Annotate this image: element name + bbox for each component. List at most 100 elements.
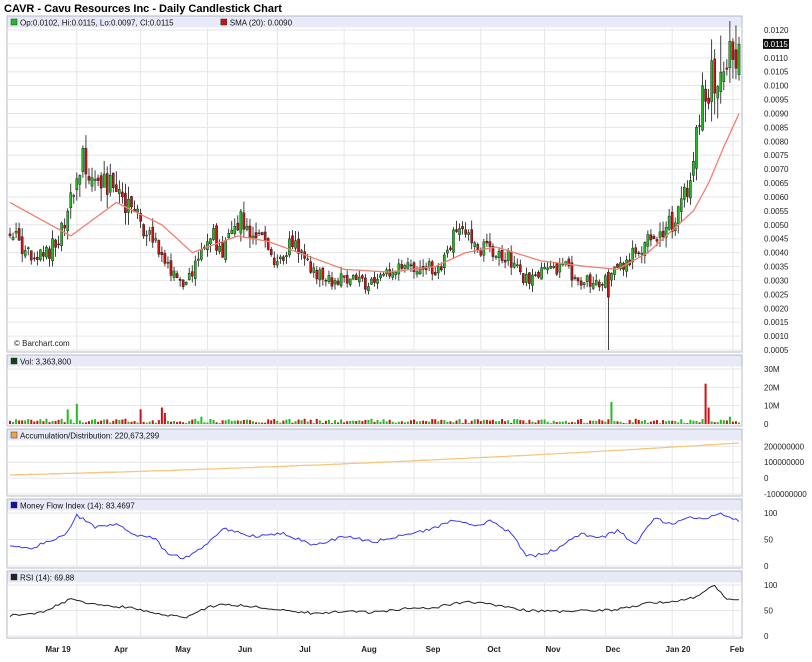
candle-body (266, 238, 270, 250)
candle-body (452, 229, 455, 253)
volume-bar (127, 421, 130, 424)
volume-bar (528, 419, 531, 424)
candle-body (358, 276, 361, 283)
candle-body (233, 226, 237, 234)
candle-body (467, 232, 470, 235)
volume-bar (570, 421, 573, 424)
volume-bar (315, 418, 318, 424)
volume-bar (173, 420, 176, 424)
candle-body (464, 229, 467, 235)
volume-bar (121, 419, 124, 424)
candle-body (391, 272, 395, 278)
y-tick-label-volume: 10M (764, 402, 780, 411)
candle-body (108, 174, 112, 193)
candle-body (582, 282, 586, 285)
volume-bar (443, 420, 446, 424)
volume-bar (69, 419, 72, 424)
candle-body (695, 127, 698, 169)
volume-bar (221, 420, 224, 424)
candle-body (506, 250, 510, 261)
volume-bar (87, 421, 90, 424)
volume-bar (258, 422, 261, 424)
volume-bar (695, 421, 698, 424)
volume-bar (209, 418, 212, 424)
candle-body (433, 271, 437, 276)
panel-header-volume (7, 355, 742, 367)
volume-bar (716, 422, 719, 424)
volume-bar (51, 420, 54, 424)
volume-bar (36, 420, 39, 424)
volume-bar (60, 418, 63, 424)
volume-bar (738, 422, 740, 424)
volume-bar (403, 422, 406, 424)
candle-body (485, 240, 489, 244)
x-tick-label: Oct (487, 645, 501, 654)
panel-frame-price (6, 15, 743, 353)
volume-bar (446, 422, 449, 424)
volume-bar (388, 419, 391, 424)
volume-bar (558, 421, 561, 424)
candle-body (230, 229, 234, 234)
volume-bar (297, 419, 300, 424)
volume-bar (498, 421, 501, 424)
candle-body (187, 273, 191, 280)
candle-body (300, 250, 303, 253)
volume-bar (625, 423, 628, 424)
volume-bar (452, 422, 455, 424)
candle-body (251, 235, 255, 239)
candle-body (397, 263, 401, 275)
volume-bar (163, 413, 166, 424)
candle-body (121, 191, 124, 198)
candle-body (461, 226, 464, 230)
volume-bar (473, 419, 476, 424)
volume-bar (595, 420, 598, 424)
candle-body (601, 284, 604, 286)
candle-body (737, 44, 741, 75)
x-tick-label: Dec (606, 645, 621, 654)
y-tick-label-accumulation_distribution: -100000000 (764, 490, 807, 499)
candle-body (661, 230, 665, 238)
volume-bar (133, 421, 136, 424)
volume-bar (324, 420, 327, 424)
volume-bar (577, 419, 580, 424)
volume-bar (75, 403, 78, 424)
volume-bar (564, 420, 567, 424)
volume-bar (106, 419, 109, 424)
candle-body (212, 228, 215, 240)
candle-body (719, 71, 723, 93)
candle-body (534, 274, 537, 276)
volume-bar (707, 407, 710, 424)
candle-body (446, 249, 449, 254)
volume-bar (382, 419, 385, 424)
volume-bar (151, 420, 154, 424)
volume-bar (592, 420, 595, 424)
volume-bar (434, 419, 437, 424)
volume-bar (282, 420, 285, 424)
volume-bar (634, 418, 637, 424)
y-tick-label-mfi: 0 (764, 562, 769, 571)
y-tick-label-rsi: 0 (764, 632, 769, 641)
candle-body (312, 267, 316, 273)
volume-bar (580, 418, 583, 424)
volume-bar (309, 419, 312, 424)
y-tick-label-volume: 20M (764, 383, 780, 392)
candle-body (14, 231, 18, 234)
candle-body (348, 278, 352, 285)
y-tick-label-accumulation_distribution: 0 (764, 474, 769, 483)
y-tick-label-price: 0.0085 (764, 123, 789, 132)
candle-body (239, 211, 243, 234)
volume-bar (27, 419, 30, 424)
legend-swatch (10, 357, 18, 365)
candle-body (522, 273, 525, 283)
candle-body (394, 271, 398, 276)
volume-bar (613, 421, 616, 424)
y-tick-label-price: 0.0105 (764, 68, 789, 77)
candle-body (306, 258, 309, 261)
candle-body (689, 180, 692, 199)
candle-body (257, 232, 261, 235)
volume-bar (54, 421, 57, 424)
volume-bar (267, 419, 270, 424)
y-tick-label-volume: 30M (764, 365, 780, 374)
volume-bar (91, 419, 94, 424)
volume-bar (215, 422, 218, 424)
